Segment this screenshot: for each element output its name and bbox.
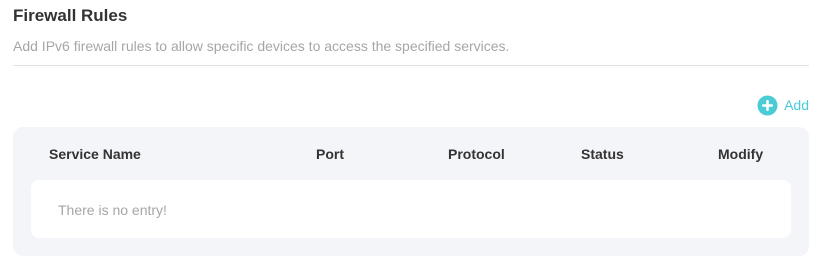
empty-table-message: There is no entry! — [58, 202, 167, 218]
column-header-port: Port — [316, 146, 344, 162]
add-button-label: Add — [784, 97, 809, 113]
column-header-service-name: Service Name — [49, 146, 141, 162]
plus-circle-icon — [757, 95, 778, 116]
page-description: Add IPv6 firewall rules to allow specifi… — [13, 38, 510, 54]
empty-table-row: There is no entry! — [31, 180, 791, 238]
column-header-protocol: Protocol — [448, 146, 505, 162]
add-button[interactable]: Add — [757, 94, 809, 116]
column-header-modify: Modify — [718, 146, 764, 162]
column-header-status: Status — [581, 146, 624, 162]
firewall-rules-table: Service Name Port Protocol Status Modify… — [13, 127, 809, 256]
page-title: Firewall Rules — [13, 6, 128, 25]
firewall-rules-page: Firewall Rules Add IPv6 firewall rules t… — [0, 0, 828, 268]
divider — [13, 65, 809, 66]
